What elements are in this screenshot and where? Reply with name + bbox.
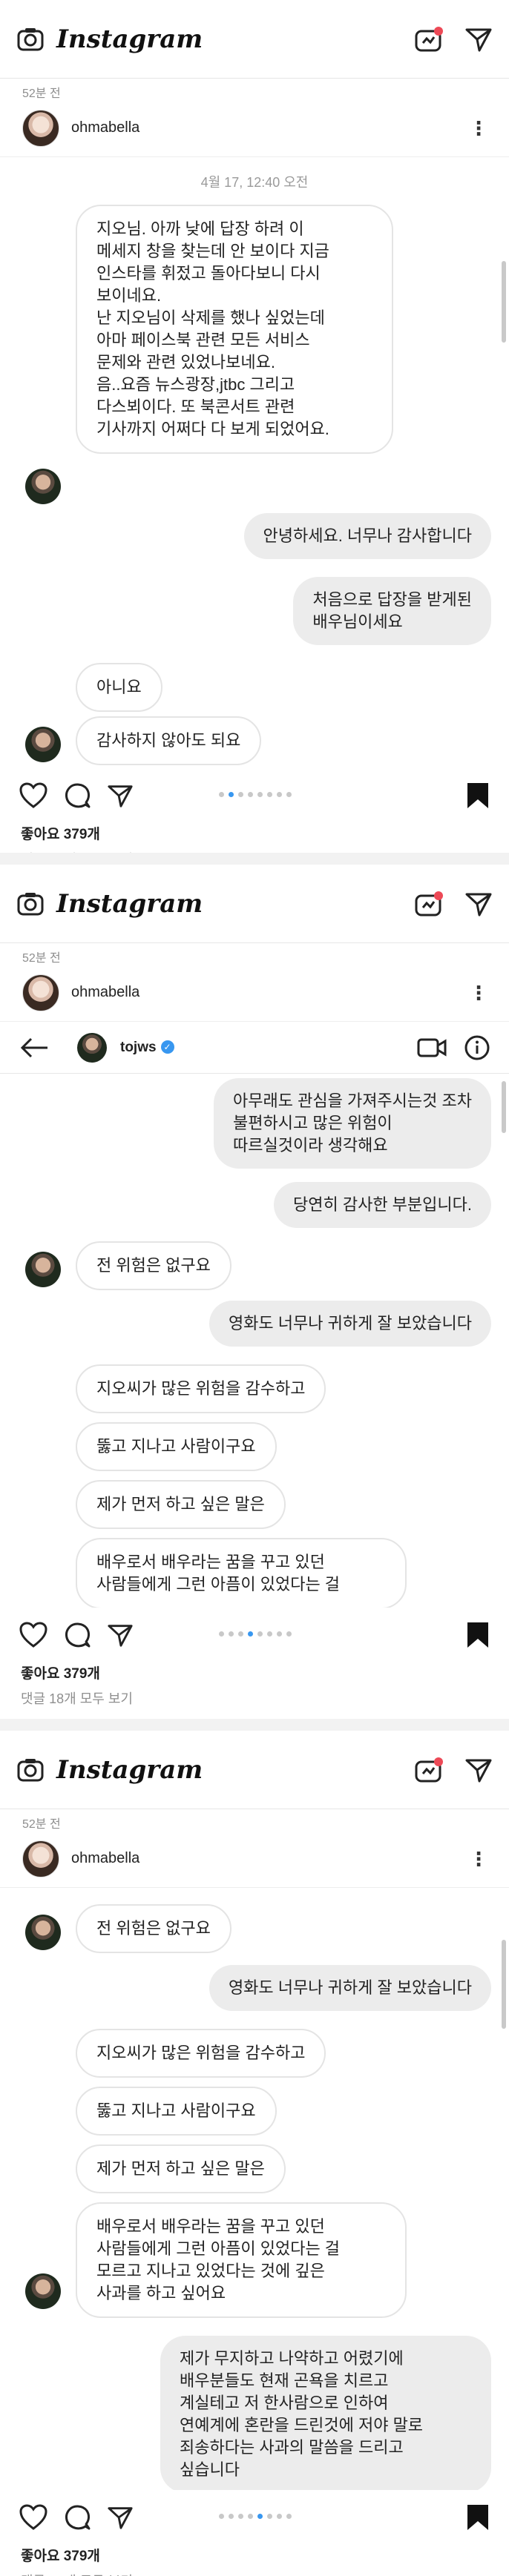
view-comments-link[interactable]: 댓글 18개 모두 보기	[0, 843, 509, 853]
message-received: 전 위험은 없구요	[76, 1904, 231, 1953]
send-icon[interactable]	[464, 25, 493, 53]
scrollbar[interactable]	[502, 261, 506, 343]
message-sent: 제가 무지하고 나약하고 어렸기에 배우분들도 현재 곤욕을 치르고 계실테고 …	[160, 2336, 491, 2490]
message-received: 감사하지 않아도 되요	[76, 716, 262, 765]
time-ago: 52분 전	[22, 952, 61, 965]
share-icon[interactable]	[107, 782, 134, 809]
comment-icon[interactable]	[64, 2504, 91, 2531]
back-arrow-icon[interactable]	[19, 1037, 49, 1059]
like-count[interactable]: 좋아요 379개	[0, 2545, 509, 2565]
sender-avatar	[25, 1915, 61, 1950]
message-sent: 처음으로 답장을 받게된 배우님이세요	[293, 577, 491, 645]
post-1: Instagram 52분 전 ohmabella ⋮ 4월 17, 12:40…	[0, 0, 509, 853]
send-icon[interactable]	[464, 890, 493, 918]
igtv-icon[interactable]	[414, 1755, 444, 1785]
app-logo: Instagram	[56, 1754, 203, 1785]
post-2: Instagram 52분 전 ohmabella ⋮ tojws ✓ 아무래도 …	[0, 865, 509, 1719]
carousel-indicator	[219, 2514, 292, 2519]
message-received: 뚫고 지나고 사람이구요	[76, 2087, 277, 2136]
avatar[interactable]	[22, 974, 59, 1011]
sender-avatar	[25, 1252, 61, 1287]
post-actions	[0, 2490, 509, 2545]
camera-icon[interactable]	[16, 1756, 45, 1784]
scrollbar[interactable]	[502, 1940, 506, 2029]
comment-icon[interactable]	[64, 782, 91, 809]
post-author-row[interactable]: ohmabella ⋮	[0, 1830, 509, 1888]
username[interactable]: ohmabella	[71, 119, 469, 136]
dm-username[interactable]: tojws ✓	[120, 1040, 174, 1056]
send-icon[interactable]	[464, 1756, 493, 1784]
message-received: 배우로서 배우라는 꿈을 꾸고 있던 사람들에게 그런 아픔이 있었다는 걸	[76, 1538, 407, 1608]
info-icon[interactable]	[464, 1035, 490, 1060]
camera-icon[interactable]	[16, 890, 45, 918]
post-3: Instagram 52분 전 ohmabella ⋮ 전 위험은 없구요 영화…	[0, 1731, 509, 2576]
message-sent: 영화도 너무나 귀하게 잘 보았습니다	[208, 1965, 491, 2011]
igtv-icon[interactable]	[414, 889, 444, 919]
message-received: 지오씨가 많은 위험을 감수하고	[76, 2029, 326, 2078]
message-sent: 영화도 너무나 귀하게 잘 보았습니다	[208, 1301, 491, 1347]
message-sent: 아무래도 관심을 가져주시는것 조차 불편하시고 많은 위험이 따르실것이라 생…	[214, 1078, 491, 1169]
message-received: 지오님. 아까 낮에 답장 하려 이 메세지 창을 찾는데 안 보이다 지금 인…	[76, 205, 393, 454]
username[interactable]: ohmabella	[71, 1850, 469, 1867]
heart-icon[interactable]	[19, 782, 47, 809]
instagram-header: Instagram	[0, 1731, 509, 1809]
video-call-icon[interactable]	[417, 1037, 447, 1059]
instagram-header: Instagram	[0, 865, 509, 943]
comment-icon[interactable]	[64, 1622, 91, 1648]
like-count[interactable]: 좋아요 379개	[0, 823, 509, 843]
avatar[interactable]	[22, 109, 59, 147]
carousel-indicator	[219, 792, 292, 797]
app-logo: Instagram	[56, 888, 203, 919]
bookmark-icon[interactable]	[466, 782, 490, 810]
more-options-icon[interactable]: ⋮	[469, 1849, 488, 1869]
share-icon[interactable]	[107, 1622, 134, 1648]
igtv-icon[interactable]	[414, 24, 444, 54]
message-received: 제가 먼저 하고 싶은 말은	[76, 2144, 286, 2193]
post-author-row[interactable]: ohmabella ⋮	[0, 99, 509, 157]
dm-header: tojws ✓	[0, 1022, 509, 1074]
date-stamp: 4월 17, 12:40 오전	[200, 175, 309, 190]
message-received: 제가 먼저 하고 싶은 말은	[76, 1480, 286, 1529]
message-sent: 당연히 감사한 부분입니다.	[274, 1182, 491, 1228]
bookmark-icon[interactable]	[466, 1621, 490, 1649]
more-options-icon[interactable]: ⋮	[469, 119, 488, 138]
camera-icon[interactable]	[16, 25, 45, 53]
share-icon[interactable]	[107, 2504, 134, 2531]
more-options-icon[interactable]: ⋮	[469, 983, 488, 1003]
dm-screenshot: 아무래도 관심을 가져주시는것 조차 불편하시고 많은 위험이 따르실것이라 생…	[0, 1074, 509, 1608]
post-actions	[0, 1608, 509, 1662]
heart-icon[interactable]	[19, 2504, 47, 2531]
message-received: 배우로서 배우라는 꿈을 꾸고 있던 사람들에게 그런 아픔이 있었다는 걸 모…	[76, 2202, 407, 2318]
message-received: 지오씨가 많은 위험을 감수하고	[76, 1364, 326, 1413]
like-count[interactable]: 좋아요 379개	[0, 1662, 509, 1682]
message-sent: 안녕하세요. 너무나 감사합니다	[243, 513, 491, 559]
sender-avatar	[25, 2273, 61, 2309]
avatar[interactable]	[22, 1840, 59, 1877]
message-received: 아니요	[76, 663, 162, 712]
post-actions	[0, 768, 509, 823]
view-comments-link[interactable]: 댓글 18개 모두 보기	[0, 1682, 509, 1708]
message-received: 전 위험은 없구요	[76, 1241, 231, 1290]
username[interactable]: ohmabella	[71, 984, 469, 1001]
dm-avatar[interactable]	[77, 1032, 107, 1063]
dm-screenshot: 전 위험은 없구요 영화도 너무나 귀하게 잘 보았습니다 지오씨가 많은 위험…	[0, 1888, 509, 2490]
post-author-row[interactable]: ohmabella ⋮	[0, 964, 509, 1022]
time-ago: 52분 전	[22, 87, 61, 100]
verified-badge-icon: ✓	[160, 1040, 174, 1054]
view-comments-link[interactable]: 댓글 18개 모두 보기	[0, 2565, 509, 2576]
dm-screenshot: 4월 17, 12:40 오전 지오님. 아까 낮에 답장 하려 이 메세지 창…	[0, 157, 509, 768]
message-received: 뚫고 지나고 사람이구요	[76, 1422, 277, 1471]
app-logo: Instagram	[56, 24, 203, 54]
bookmark-icon[interactable]	[466, 2503, 490, 2532]
sender-avatar	[25, 469, 61, 504]
heart-icon[interactable]	[19, 1622, 47, 1648]
carousel-indicator	[219, 1631, 292, 1637]
time-ago: 52분 전	[22, 1818, 61, 1831]
sender-avatar	[25, 727, 61, 762]
instagram-header: Instagram	[0, 0, 509, 79]
scrollbar[interactable]	[502, 1081, 506, 1133]
